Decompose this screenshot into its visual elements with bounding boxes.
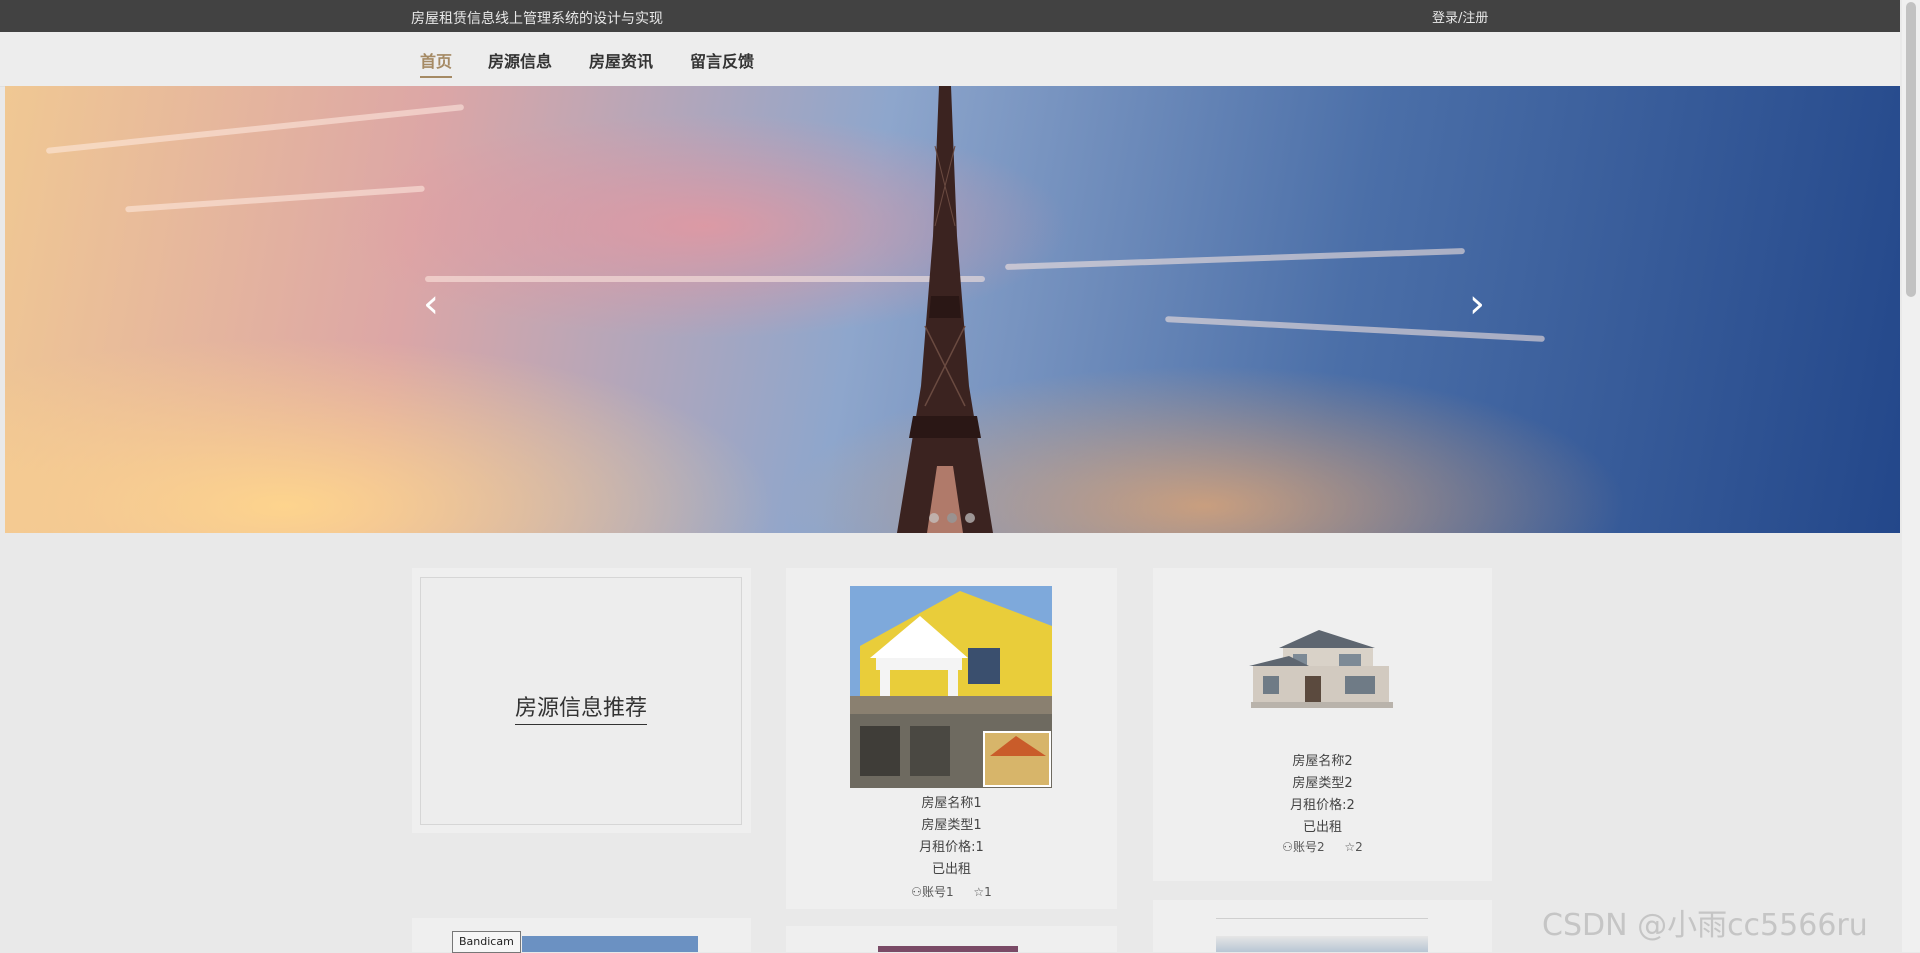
nav-item-home[interactable]: 首页 bbox=[420, 48, 453, 78]
page-scrollbar[interactable] bbox=[1902, 0, 1920, 952]
house-image[interactable] bbox=[850, 586, 1052, 788]
house-price: 月租价格:2 bbox=[1290, 798, 1355, 813]
divider bbox=[1216, 918, 1428, 919]
house-status: 已出租 bbox=[931, 862, 971, 877]
user-icon: ⚇ bbox=[911, 885, 922, 899]
csdn-watermark: CSDN @小雨cc5566ru bbox=[1542, 908, 1868, 943]
user-icon: ⚇ bbox=[1282, 840, 1293, 854]
nav-item-news[interactable]: 房屋资讯 bbox=[589, 48, 653, 76]
eiffel-tower-image bbox=[897, 86, 993, 533]
star-icon: ☆ bbox=[973, 885, 985, 899]
house-meta: ⚇账号1 ☆1 bbox=[786, 883, 1117, 900]
house-card[interactable]: 房屋名称1 房屋类型1 月租价格:1 已出租 ⚇账号1 ☆1 bbox=[786, 568, 1117, 909]
favorite-meta: ☆1 bbox=[973, 885, 992, 899]
site-title: 房屋租赁信息线上管理系统的设计与实现 bbox=[411, 11, 663, 27]
house-name[interactable]: 房屋名称2 bbox=[1153, 751, 1492, 773]
house-info: 房屋名称1 房屋类型1 月租价格:1 已出租 bbox=[786, 793, 1117, 881]
house-image[interactable] bbox=[1216, 936, 1428, 952]
banner-carousel: ‹ › bbox=[5, 86, 1900, 533]
yellow-house-illustration bbox=[850, 586, 1052, 788]
house-image[interactable] bbox=[1249, 626, 1395, 712]
carousel-dot[interactable] bbox=[965, 513, 975, 523]
recommend-card: 房源信息推荐 bbox=[412, 568, 751, 833]
carousel-next-button[interactable]: › bbox=[1459, 284, 1495, 324]
house-type: 房屋类型1 bbox=[921, 818, 982, 833]
login-register-link[interactable]: 登录/注册 bbox=[1432, 7, 1488, 26]
nav-item-feedback[interactable]: 留言反馈 bbox=[690, 48, 754, 76]
main-nav: 首页 房源信息 房屋资讯 留言反馈 bbox=[0, 32, 1900, 87]
cloud-streak bbox=[1005, 247, 1465, 271]
house-info: 房屋名称2 房屋类型2 月租价格:2 已出租 bbox=[1153, 751, 1492, 839]
house-price: 月租价格:1 bbox=[919, 840, 984, 855]
house-card-partial[interactable] bbox=[786, 926, 1117, 952]
cloud-streak bbox=[45, 104, 465, 154]
house-image[interactable] bbox=[878, 946, 1018, 952]
house-card[interactable]: 房屋名称2 房屋类型2 月租价格:2 已出租 ⚇账号2 ☆2 bbox=[1153, 568, 1492, 881]
account-meta: ⚇账号2 bbox=[1282, 840, 1325, 854]
carousel-dot[interactable] bbox=[929, 513, 939, 523]
house-status: 已出租 bbox=[1302, 820, 1342, 835]
carousel-dot[interactable] bbox=[947, 513, 957, 523]
house-image[interactable] bbox=[522, 936, 698, 952]
cloud-streak bbox=[125, 185, 425, 213]
recommend-frame: 房源信息推荐 bbox=[420, 577, 742, 825]
bandicam-label: Bandicam bbox=[452, 931, 521, 953]
favorite-meta: ☆2 bbox=[1344, 840, 1363, 854]
house-name[interactable]: 房屋名称1 bbox=[786, 793, 1117, 815]
carousel-prev-button[interactable]: ‹ bbox=[413, 284, 449, 324]
carousel-dots bbox=[929, 508, 983, 527]
star-icon: ☆ bbox=[1344, 840, 1356, 854]
house-meta: ⚇账号2 ☆2 bbox=[1153, 838, 1492, 855]
house-type: 房屋类型2 bbox=[1292, 776, 1353, 791]
recommend-title[interactable]: 房源信息推荐 bbox=[514, 696, 647, 725]
nav-item-listings[interactable]: 房源信息 bbox=[488, 48, 552, 76]
account-meta: ⚇账号1 bbox=[911, 885, 954, 899]
house-card-partial[interactable] bbox=[1153, 900, 1492, 952]
top-bar: 房屋租赁信息线上管理系统的设计与实现 登录/注册 bbox=[0, 0, 1900, 32]
scrollbar-thumb[interactable] bbox=[1906, 2, 1916, 297]
